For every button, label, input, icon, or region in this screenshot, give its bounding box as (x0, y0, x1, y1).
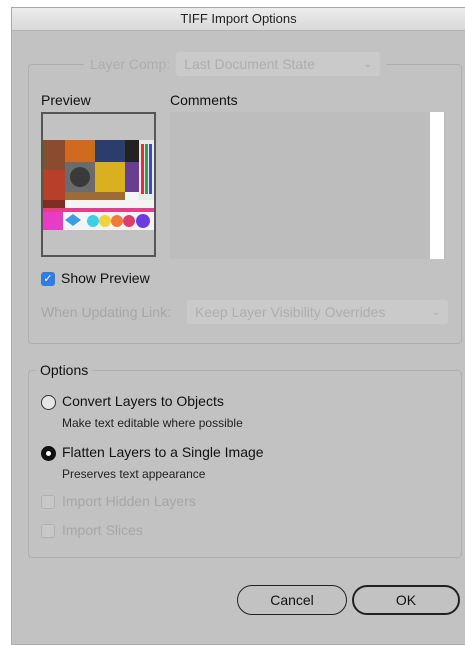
preview-label: Preview (41, 92, 91, 108)
layer-comp-select[interactable]: Last Document State ⌄ (176, 52, 381, 76)
import-slices-checkbox[interactable] (41, 524, 55, 538)
import-slices-label: Import Slices (62, 522, 143, 538)
cancel-button[interactable]: Cancel (237, 585, 347, 615)
when-updating-label: When Updating Link: (41, 304, 171, 320)
preview-image (43, 114, 154, 255)
layer-comp-value: Last Document State (184, 56, 315, 72)
ok-button[interactable]: OK (352, 585, 460, 615)
flatten-layers-desc: Preserves text appearance (62, 467, 206, 481)
convert-layers-radio[interactable] (41, 395, 56, 410)
import-hidden-layers-label: Import Hidden Layers (62, 493, 196, 509)
flatten-layers-radio[interactable] (41, 446, 56, 461)
convert-layers-label: Convert Layers to Objects (62, 393, 224, 409)
preview-thumbnail (41, 112, 156, 257)
layer-comp-label: Layer Comp: (90, 56, 171, 72)
window-title: TIFF Import Options (12, 8, 465, 31)
when-updating-select[interactable]: Keep Layer Visibility Overrides ⌄ (187, 300, 448, 324)
chevron-down-icon: ⌄ (431, 306, 440, 318)
flatten-layers-label: Flatten Layers to a Single Image (62, 444, 264, 460)
layer-comp-row: Layer Comp: Last Document State ⌄ (84, 52, 387, 76)
show-preview-checkbox[interactable]: ✓ (41, 272, 55, 286)
checkmark-icon: ✓ (43, 273, 53, 285)
comments-label: Comments (170, 92, 238, 108)
chevron-down-icon: ⌄ (363, 58, 373, 70)
comments-field[interactable] (170, 112, 446, 259)
comments-scrollbar[interactable] (430, 112, 444, 259)
show-preview-label: Show Preview (61, 270, 150, 286)
when-updating-value: Keep Layer Visibility Overrides (195, 304, 386, 320)
import-hidden-layers-checkbox[interactable] (41, 495, 55, 509)
convert-layers-desc: Make text editable where possible (62, 416, 243, 430)
options-heading: Options (36, 362, 93, 378)
